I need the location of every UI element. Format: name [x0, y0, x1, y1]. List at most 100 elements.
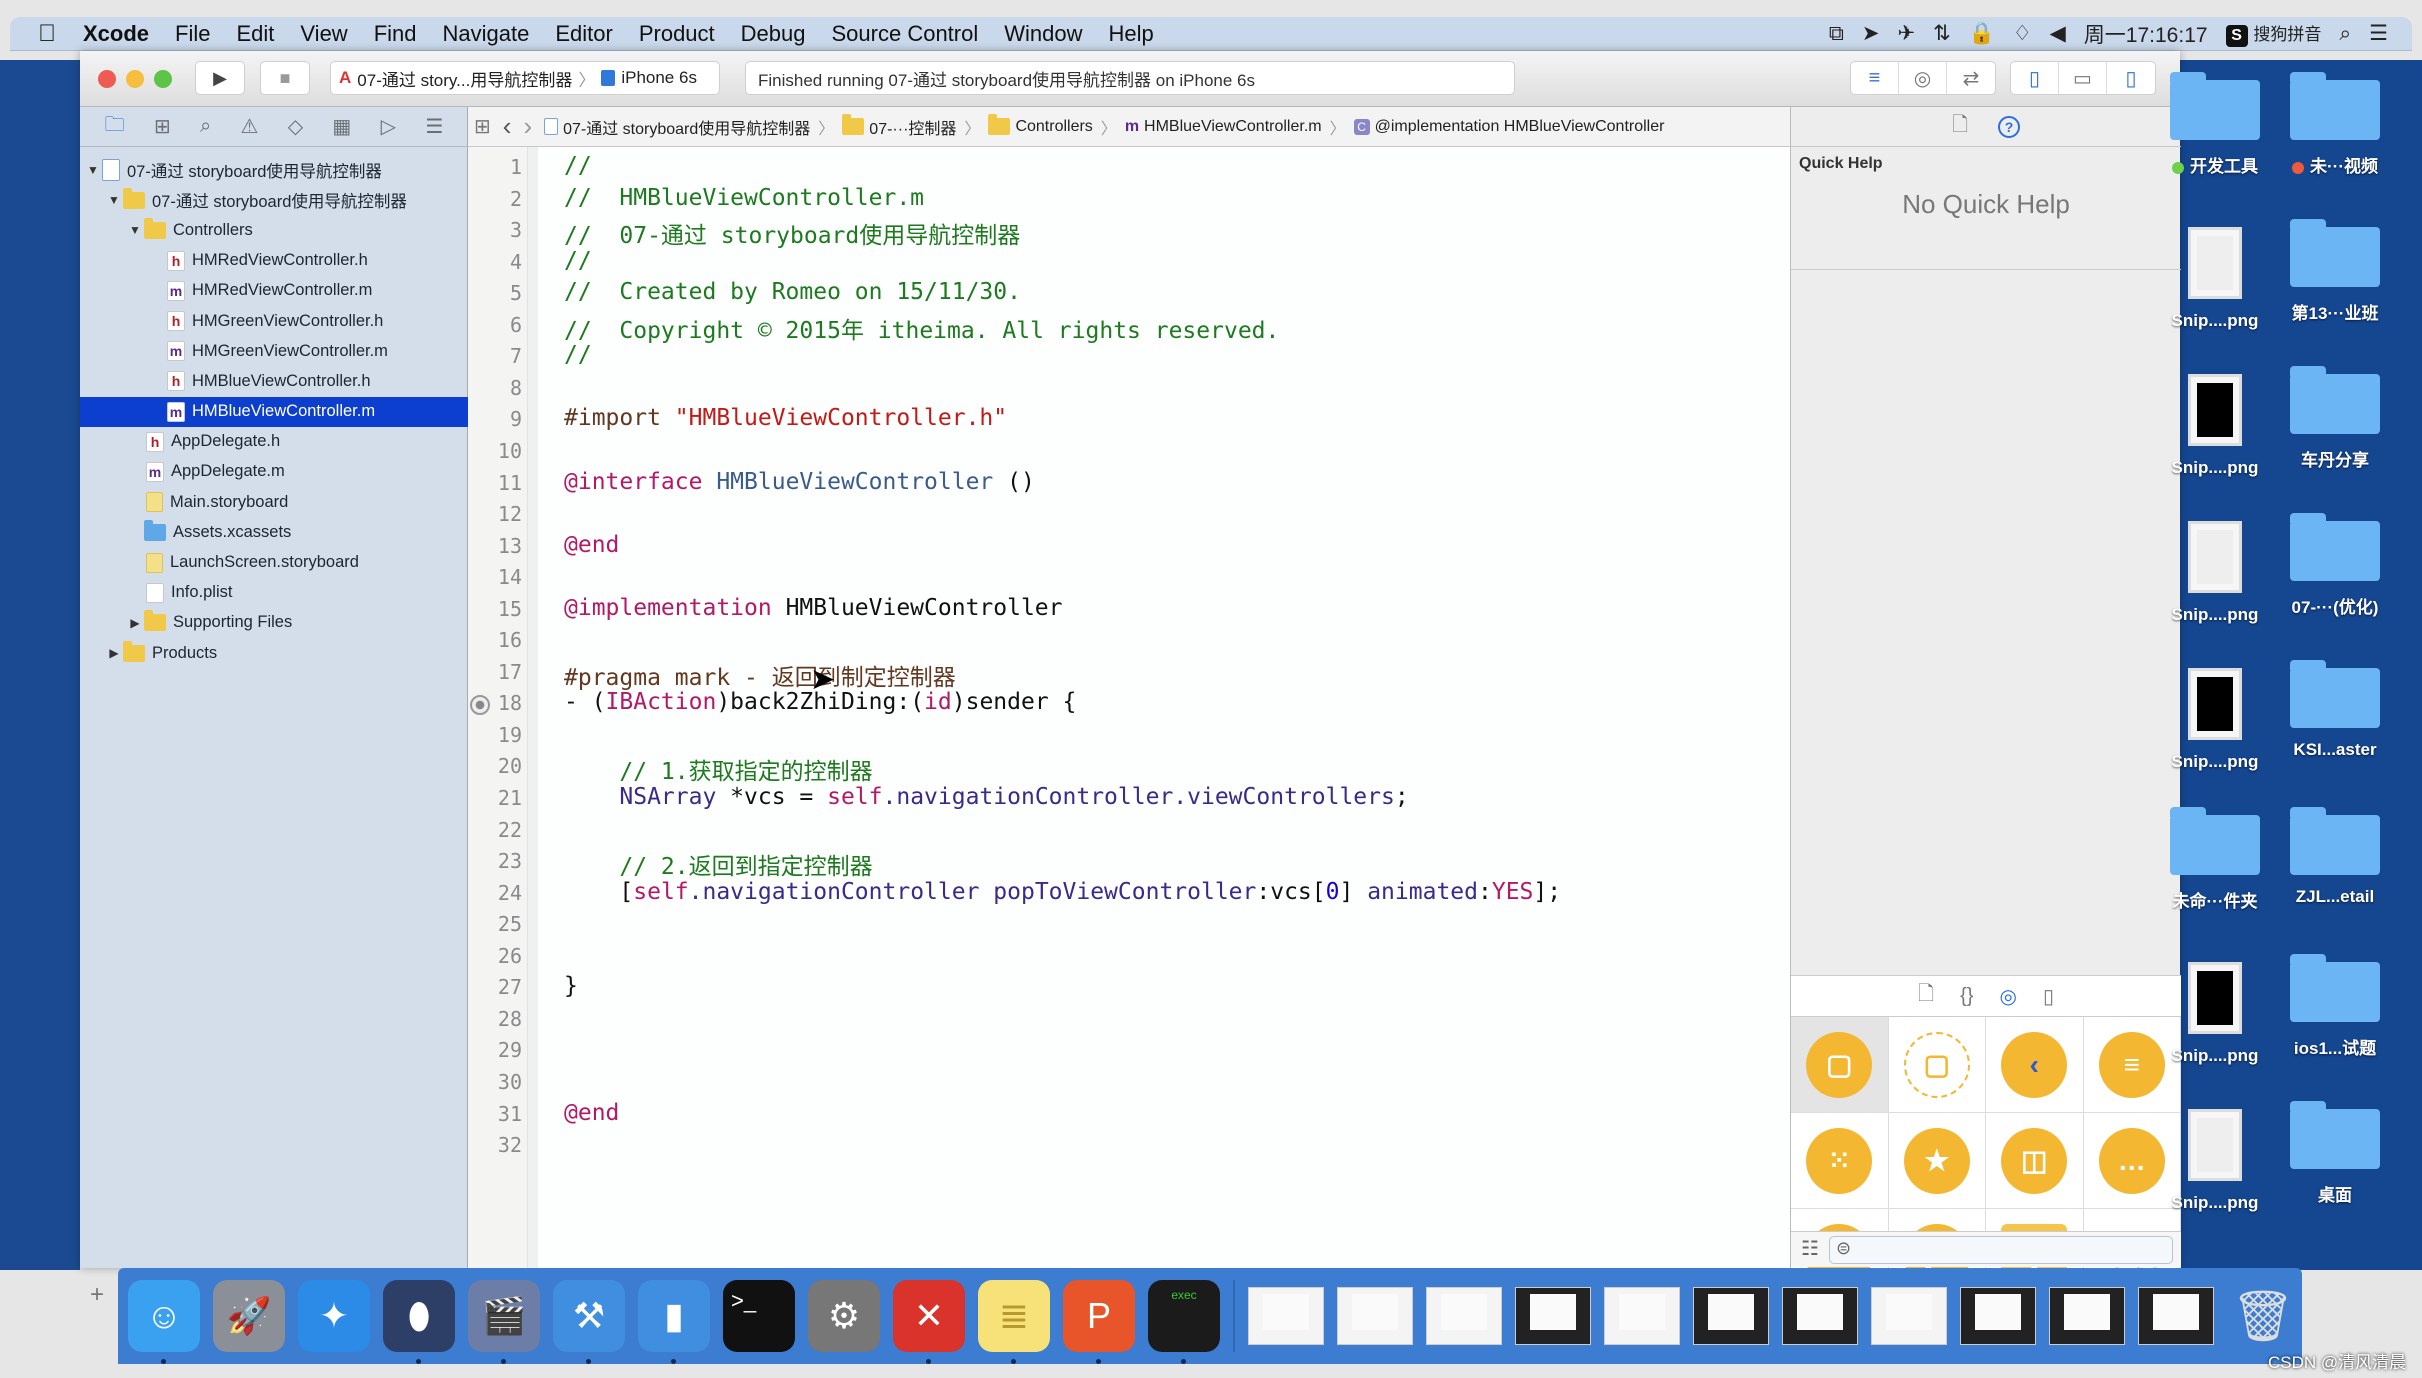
dock-app-console[interactable]: exec [1148, 1280, 1220, 1364]
code-line[interactable]: // HMBlueViewController.m [564, 185, 924, 211]
quick-help-tab[interactable]: ? [1998, 115, 2021, 138]
code-line[interactable]: // 2.返回到指定控制器 [564, 847, 872, 881]
desktop-item[interactable]: Snip....png [2160, 374, 2270, 478]
desktop-item[interactable]: 07-···(优化) [2280, 513, 2390, 618]
disclosure-closed-icon[interactable]: ▶ [107, 646, 121, 660]
menu-edit[interactable]: Edit [223, 21, 287, 47]
crumb-group[interactable]: 07-···控制器 [836, 114, 962, 139]
dock-trash[interactable]: 🗑 [2227, 1280, 2299, 1352]
navigator-tab-report[interactable]: ☰ [425, 114, 443, 139]
file-tree-item[interactable]: m HMBlueViewController.m [80, 396, 468, 427]
navigator-tab-hierarchy[interactable]: ⊞ [154, 114, 171, 139]
crumb-controllers[interactable]: Controllers [982, 114, 1098, 136]
file-tree-item[interactable]: ▼ 07-通过 storyboard使用导航控制器 [80, 155, 468, 185]
file-tree-item[interactable]: ▶ Supporting Files [80, 608, 468, 638]
code-line[interactable]: [self.navigationController popToViewCont… [564, 879, 1561, 905]
dock-minimized-window[interactable] [1604, 1287, 1680, 1345]
library-item-view-controller[interactable]: ▢ [1791, 1017, 1889, 1113]
library-item-tab-bar-controller[interactable]: ★ [1888, 1113, 1986, 1209]
desktop-item[interactable]: ios1...试题 [2280, 954, 2390, 1059]
back-button[interactable]: ‹ [497, 111, 518, 142]
dock-minimized-window[interactable] [2138, 1287, 2214, 1345]
apple-icon[interactable]:  [10, 20, 70, 48]
navigator-tab-warning[interactable]: ⚠ [241, 114, 259, 139]
version-editor-button[interactable]: ⇄ [1947, 62, 1995, 94]
menu-debug[interactable]: Debug [728, 21, 819, 47]
menu-navigate[interactable]: Navigate [430, 21, 543, 47]
code-line[interactable]: // Copyright © 2015年 itheima. All rights… [564, 311, 1279, 345]
file-tree-item[interactable]: h HMBlueViewController.h [80, 366, 468, 396]
navigator-tab-breakpoint[interactable]: ▷ [381, 114, 396, 139]
code-snippet-tab[interactable]: {} [1960, 985, 1973, 1008]
disclosure-open-icon[interactable]: ▼ [128, 223, 142, 237]
file-tree-item[interactable]: h HMRedViewController.h [80, 246, 468, 276]
plane-icon[interactable]: ✈ [1897, 21, 1915, 46]
file-tree-item[interactable]: Info.plist [80, 578, 468, 608]
desktop-item[interactable]: 开发工具 [2160, 72, 2270, 177]
location-icon[interactable]: ➤ [1862, 21, 1880, 46]
menu-source-control[interactable]: Source Control [819, 21, 992, 47]
zoom-window-button[interactable] [154, 70, 172, 88]
crumb-file[interactable]: m HMBlueViewController.m [1119, 118, 1328, 136]
navigator-tab-test[interactable]: ◇ [288, 114, 303, 139]
toggle-debug-area-button[interactable]: ▭ [2059, 62, 2107, 94]
code-line[interactable]: #import "HMBlueViewController.h" [564, 405, 1007, 431]
navigator-tab-folder[interactable]: 🗀 [105, 110, 125, 144]
close-window-button[interactable] [98, 70, 116, 88]
file-tree-item[interactable]: ▼ 07-通过 storyboard使用导航控制器 [80, 185, 468, 215]
dock-minimized-window[interactable] [1337, 1287, 1413, 1345]
object-library-tab[interactable]: ◎ [1999, 984, 2016, 1009]
file-tree-item[interactable]: h HMGreenViewController.h [80, 306, 468, 336]
spotlight-icon[interactable]: ⌕ [2339, 22, 2351, 46]
desktop-item[interactable]: Snip....png [2160, 227, 2270, 331]
file-tree-item[interactable]: Assets.xcassets [80, 517, 468, 547]
dock-minimized-window[interactable] [1960, 1287, 2036, 1345]
menu-window[interactable]: Window [991, 21, 1095, 47]
minimize-window-button[interactable] [126, 70, 144, 88]
disclosure-open-icon[interactable]: ▼ [107, 193, 121, 207]
desktop-item[interactable]: Snip....png [2160, 962, 2270, 1066]
dock-minimized-window[interactable] [1515, 1287, 1591, 1345]
library-item-collection-view-controller[interactable]: ⁙ [1791, 1113, 1889, 1209]
library-filter-input[interactable]: ⊜ [1829, 1236, 2173, 1264]
desktop-item[interactable]: ZJL...etail [2280, 807, 2390, 907]
library-item-split-view-controller[interactable]: ◫ [1986, 1113, 2084, 1209]
source-editor[interactable]: 1 2 3 4 5 6 7 8 9 10 11 12 13 14 15 16 17 18 19 20 21 22 23 24 2… [468, 147, 1790, 1268]
dock-app-notes[interactable]: ≣ [978, 1280, 1050, 1364]
code-line[interactable]: @end [564, 532, 619, 558]
menu-find[interactable]: Find [361, 21, 430, 47]
media-library-tab[interactable]: ▯ [2043, 984, 2054, 1009]
assistant-editor-button[interactable]: ◎ [1899, 62, 1947, 94]
code-line[interactable]: @implementation HMBlueViewController [564, 595, 1063, 621]
disclosure-closed-icon[interactable]: ▶ [128, 616, 142, 630]
code-line[interactable]: @interface HMBlueViewController () [564, 469, 1035, 495]
crumb-project[interactable]: 07-通过 storyboard使用导航控制器 [538, 115, 816, 139]
menu-app-name[interactable]: Xcode [70, 21, 162, 47]
lock-icon[interactable]: 🔒 [1969, 22, 1995, 46]
file-tree-item[interactable]: ▶ Products [80, 638, 468, 668]
add-file-button[interactable]: + [90, 1281, 104, 1309]
desktop-item[interactable]: 未命···件夹 [2160, 807, 2270, 912]
navigator-tab-debug[interactable]: ▦ [332, 114, 351, 139]
clock[interactable]: 周一17:16:17 [2084, 19, 2208, 49]
disclosure-open-icon[interactable]: ▼ [86, 163, 100, 177]
dock-minimized-window[interactable] [1248, 1287, 1324, 1345]
menu-help[interactable]: Help [1096, 21, 1167, 47]
file-tree-item[interactable]: m HMRedViewController.m [80, 276, 468, 306]
volume-icon[interactable]: ◀ [2050, 21, 2066, 46]
code-line[interactable]: // [564, 248, 592, 274]
forward-button[interactable]: › [517, 111, 538, 142]
dock-app-safari[interactable]: ✦ [298, 1280, 370, 1352]
menu-view[interactable]: View [287, 21, 360, 47]
navigator-tab-search[interactable]: ⌕ [200, 115, 211, 138]
network-icon[interactable]: ⇅ [1933, 21, 1951, 46]
dock-app-imovie[interactable]: 🎬 [468, 1280, 540, 1364]
file-inspector-tab[interactable]: 🗋 [1952, 110, 1968, 144]
menu-editor[interactable]: Editor [542, 21, 625, 47]
code-line[interactable]: #pragma mark - 返回到制定控制器 [564, 658, 956, 692]
desktop-item[interactable]: Snip....png [2160, 521, 2270, 625]
dock-app-finder[interactable]: ☺ [128, 1280, 200, 1364]
dock-app-system-preferences[interactable]: ⚙ [808, 1280, 880, 1352]
dock-minimized-window[interactable] [1782, 1287, 1858, 1345]
menu-product[interactable]: Product [626, 21, 728, 47]
